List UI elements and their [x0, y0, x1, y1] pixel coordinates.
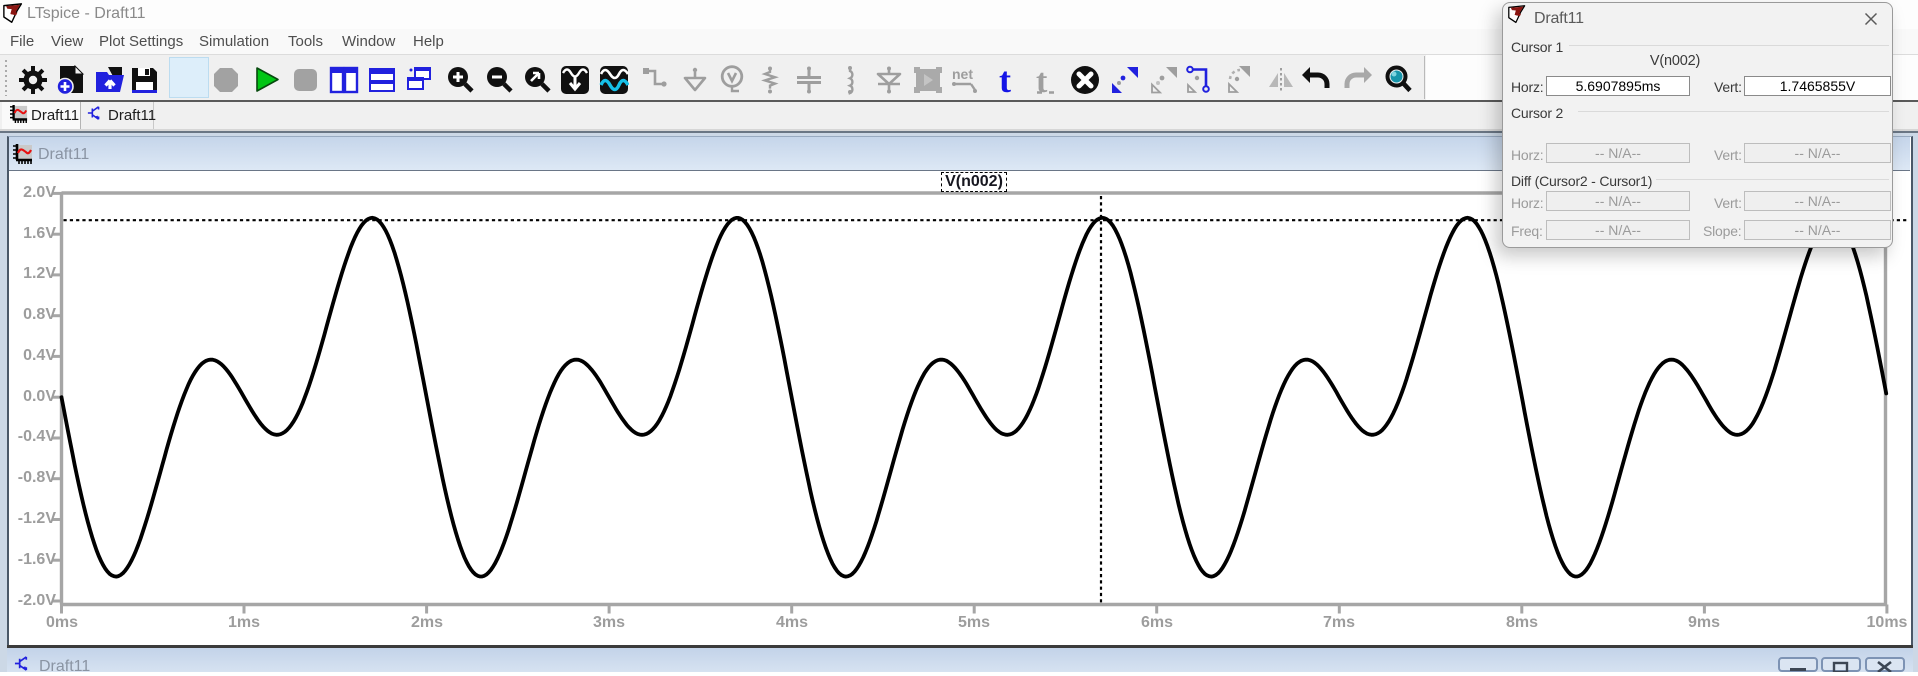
svg-text:net: net	[952, 66, 973, 82]
svg-text:t: t	[1036, 65, 1048, 95]
svg-text:t: t	[999, 63, 1011, 95]
